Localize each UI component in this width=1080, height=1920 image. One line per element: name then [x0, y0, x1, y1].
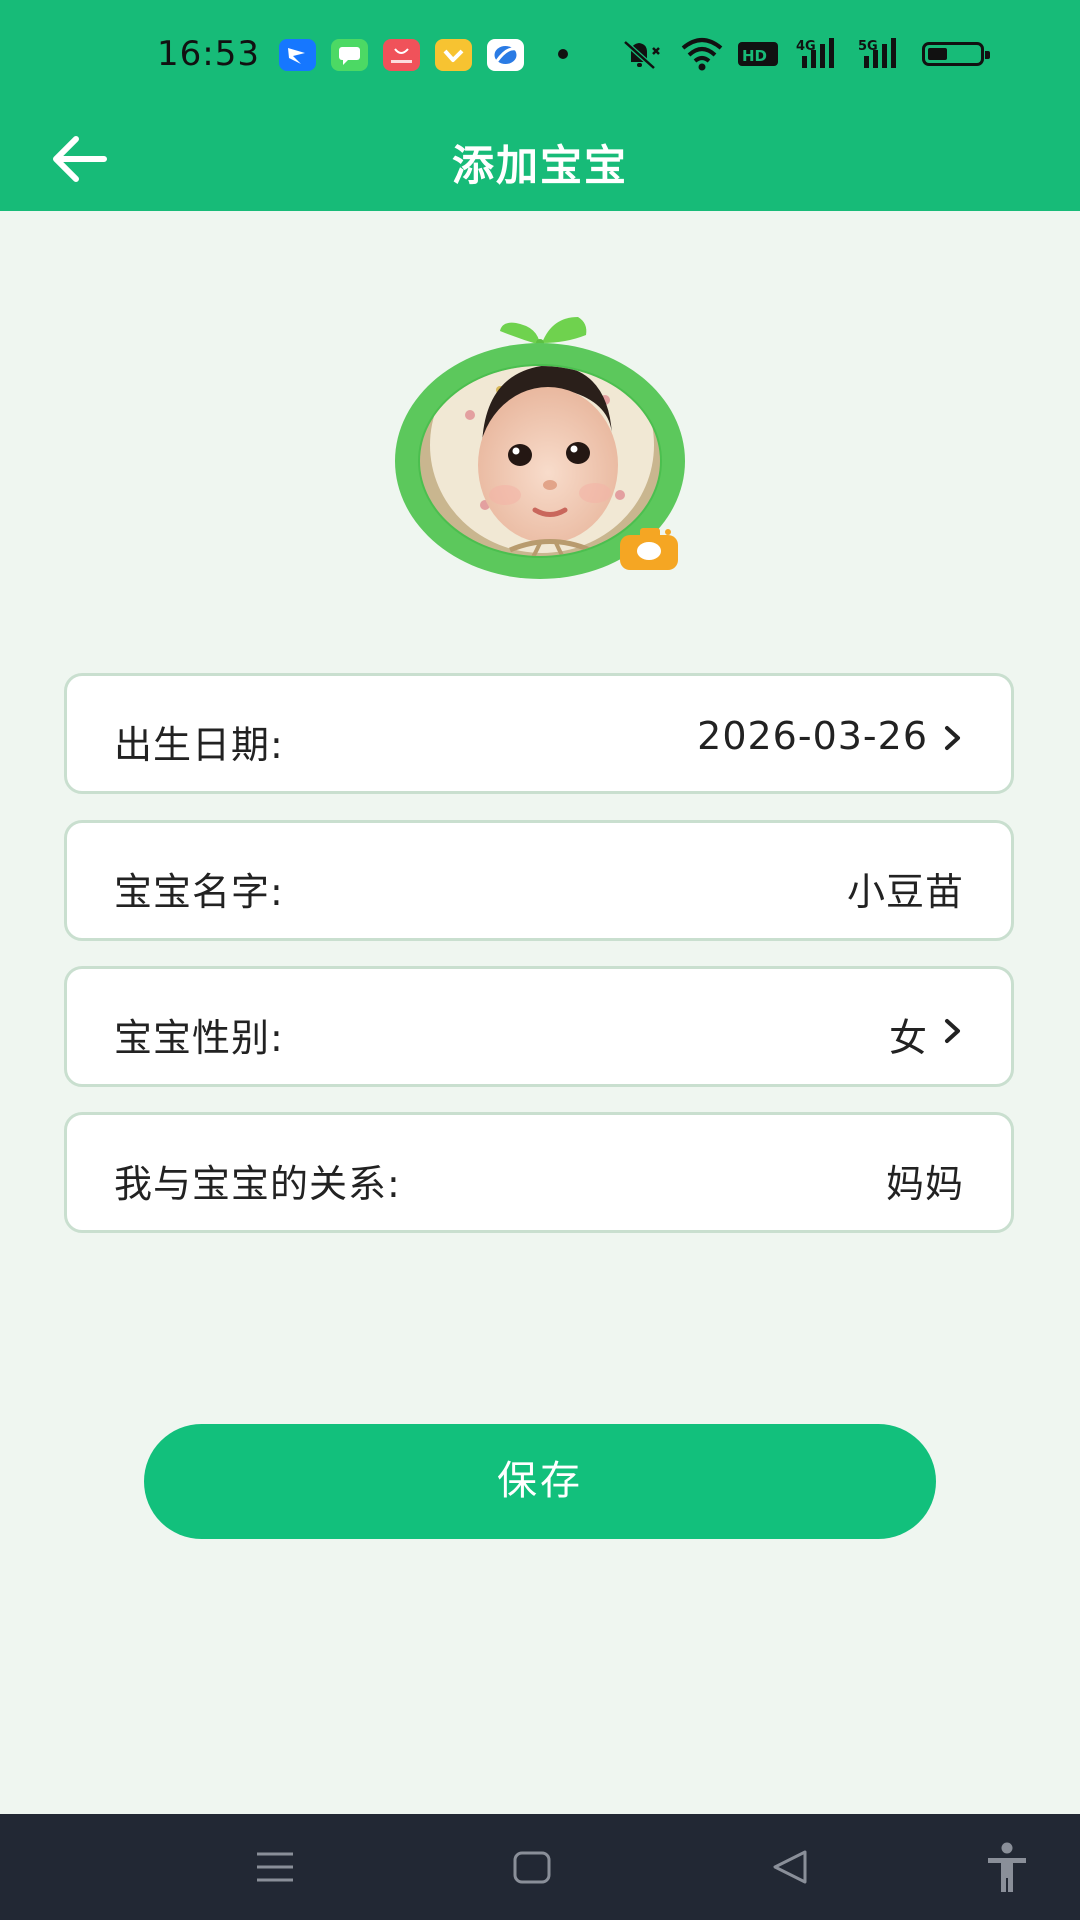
menu-icon [257, 1852, 293, 1882]
5g-signal-icon: 5G [858, 38, 896, 68]
lark-app-icon [279, 39, 316, 71]
mute-bell-icon [623, 40, 660, 70]
back-nav-button[interactable] [755, 1834, 825, 1900]
birth-date-value: 2026-03-26 [697, 714, 928, 758]
camera-button[interactable] [620, 528, 678, 570]
baby-name-label: 宝宝名字: [114, 870, 284, 914]
chevron-right-icon [945, 726, 960, 750]
birth-date-row[interactable]: 出生日期: 2026-03-26 [64, 673, 1014, 794]
page-title: 添加宝宝 [451, 141, 628, 190]
4g-signal-icon: 4G [796, 38, 834, 68]
relationship-value: 妈妈 [885, 1162, 964, 1206]
status-bar: 16:53 HD 4G 5G [0, 0, 1080, 100]
baby-name-value: 小豆苗 [846, 870, 964, 914]
home-nav-button[interactable] [497, 1834, 567, 1900]
top-header: 16:53 HD 4G 5G 添加宝宝 [0, 0, 1080, 211]
back-triangle-icon [773, 1850, 807, 1884]
birth-date-label: 出生日期: [114, 723, 284, 767]
save-button[interactable]: 保存 [144, 1424, 936, 1539]
accessibility-icon [988, 1842, 1026, 1892]
battery-icon [922, 42, 990, 66]
status-time: 16:53 [157, 34, 260, 74]
wifi-icon [681, 38, 723, 71]
browser-app-icon [487, 39, 524, 71]
svg-text:HD: HD [742, 47, 767, 65]
system-nav-bar [0, 1814, 1080, 1920]
baby-gender-value: 女 [888, 1016, 928, 1060]
yellow-app-icon [435, 39, 472, 71]
relationship-row[interactable]: 我与宝宝的关系: 妈妈 [64, 1112, 1014, 1233]
baby-gender-row[interactable]: 宝宝性别: 女 [64, 966, 1014, 1087]
huawei-appgallery-icon [383, 39, 420, 71]
home-square-icon [513, 1851, 551, 1884]
messages-app-icon [331, 39, 368, 71]
relationship-label: 我与宝宝的关系: [114, 1162, 401, 1206]
camera-icon [620, 528, 678, 570]
baby-name-row[interactable]: 宝宝名字: 小豆苗 [64, 820, 1014, 941]
accessibility-nav-button[interactable] [972, 1834, 1042, 1900]
menu-nav-button[interactable] [240, 1834, 310, 1900]
baby-gender-label: 宝宝性别: [114, 1016, 284, 1060]
more-notifications-dot [558, 49, 568, 59]
hd-icon: HD [738, 42, 778, 66]
chevron-right-icon [945, 1019, 960, 1043]
